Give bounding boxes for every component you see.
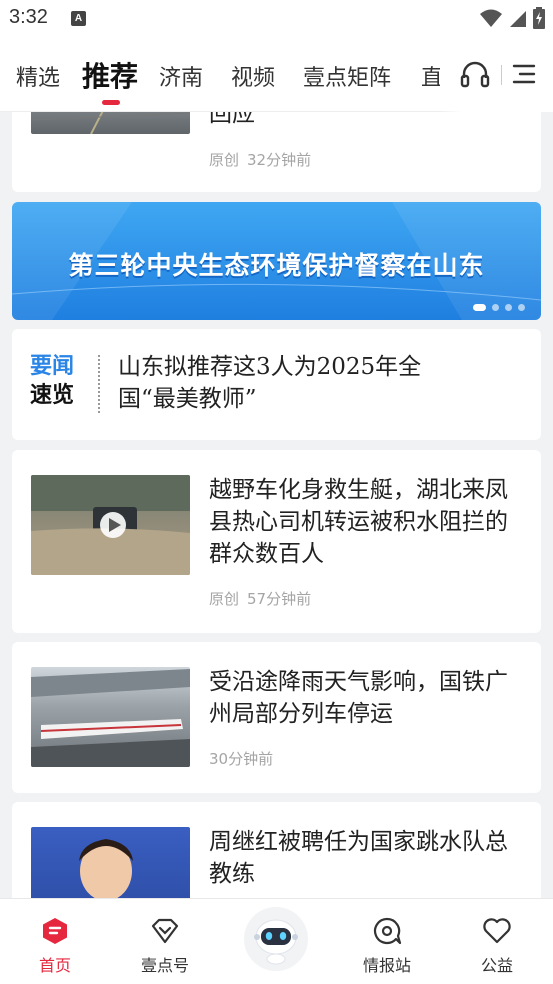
bottom-nav-label: 壹点号 bbox=[140, 956, 189, 975]
news-thumbnail bbox=[31, 667, 190, 767]
news-time: 30分钟前 bbox=[209, 750, 274, 768]
news-card[interactable]: 越野车化身救生艇，湖北来凤县热心司机转运被积水阻拦的群众数百人 原创 57分钟前 bbox=[12, 450, 541, 633]
bottom-nav-label: 公益 bbox=[480, 956, 513, 975]
robot-assistant-button[interactable] bbox=[244, 907, 308, 971]
tab-jinan[interactable]: 济南 bbox=[159, 60, 203, 92]
headphone-icon[interactable] bbox=[460, 60, 490, 88]
channel-menu-icon[interactable] bbox=[512, 62, 536, 86]
news-feed[interactable]: 回应 原创 32分钟前 第三轮中央生态环境保护督察在山东 要闻 速览 山东拟推荐这… bbox=[0, 112, 553, 898]
portrait-image bbox=[79, 839, 133, 898]
home-icon bbox=[43, 918, 67, 944]
brief-divider bbox=[98, 355, 100, 413]
status-icons bbox=[479, 6, 545, 30]
robot-icon bbox=[254, 919, 298, 965]
chat-eye-icon bbox=[373, 917, 402, 945]
train-station-image bbox=[31, 669, 190, 767]
status-bar: 3:32 A bbox=[0, 0, 553, 38]
wifi-icon bbox=[480, 9, 502, 27]
news-meta: 原创 32分钟前 bbox=[209, 149, 311, 170]
news-brief-card[interactable]: 要闻 速览 山东拟推荐这3人为2025年全国“最美教师” bbox=[12, 329, 541, 440]
carousel-dot bbox=[473, 304, 486, 311]
tab-live[interactable]: 直 bbox=[421, 60, 440, 92]
bottom-nav-gongyi[interactable]: 公益 bbox=[457, 917, 537, 976]
news-card[interactable]: 受沿途降雨天气影响，国铁广州局部分列车停运 30分钟前 bbox=[12, 642, 541, 793]
tab-yidian-matrix[interactable]: 壹点矩阵 bbox=[303, 60, 391, 92]
bottom-nav: 首页 壹点号 情报站 公益 bbox=[0, 898, 553, 984]
news-card[interactable]: 周继红被聘任为国家跳水队总教练 bbox=[12, 802, 541, 898]
video-thumbnail bbox=[31, 475, 190, 575]
status-time: 3:32 bbox=[9, 6, 48, 28]
nav-actions bbox=[440, 38, 553, 112]
brief-headline[interactable]: 山东拟推荐这3人为2025年全国“最美教师” bbox=[118, 351, 471, 415]
carousel-dot bbox=[505, 304, 512, 311]
news-source: 原创 bbox=[209, 590, 240, 608]
tab-tuijian[interactable]: 推荐 bbox=[82, 55, 138, 95]
bottom-nav-home[interactable]: 首页 bbox=[15, 917, 95, 976]
news-time: 57分钟前 bbox=[247, 590, 312, 608]
road-image bbox=[31, 112, 190, 134]
carousel-dot bbox=[492, 304, 499, 311]
bottom-nav-yidianhao[interactable]: 壹点号 bbox=[125, 917, 205, 976]
nav-divider bbox=[501, 65, 502, 85]
battery-icon bbox=[533, 7, 545, 29]
bottom-nav-qingbaozhan[interactable]: 情报站 bbox=[347, 917, 427, 976]
news-meta: 30分钟前 bbox=[209, 748, 273, 769]
notification-a-icon: A bbox=[71, 11, 86, 26]
carousel-dots bbox=[473, 304, 525, 311]
carousel-dot bbox=[518, 304, 525, 311]
flood-car-image bbox=[31, 475, 190, 575]
channel-nav: 精选 推荐 济南 视频 壹点矩阵 直 bbox=[0, 38, 553, 112]
news-time: 32分钟前 bbox=[247, 151, 312, 169]
heart-icon bbox=[483, 918, 511, 944]
news-title: 受沿途降雨天气影响，国铁广州局部分列车停运 bbox=[209, 669, 508, 727]
tab-jingxuan[interactable]: 精选 bbox=[16, 60, 60, 92]
news-card[interactable]: 回应 原创 32分钟前 bbox=[12, 112, 541, 192]
news-meta: 原创 57分钟前 bbox=[209, 588, 311, 609]
active-tab-indicator bbox=[102, 100, 120, 105]
brief-label: 要闻 速览 bbox=[30, 352, 80, 410]
news-source: 原创 bbox=[209, 151, 240, 169]
signal-icon bbox=[510, 11, 526, 27]
bottom-nav-label: 首页 bbox=[38, 956, 71, 975]
brief-label-line2: 速览 bbox=[30, 383, 75, 408]
banner-title: 第三轮中央生态环境保护督察在山东 bbox=[68, 251, 485, 280]
channel-tabs: 精选 推荐 济南 视频 壹点矩阵 直 bbox=[0, 38, 440, 112]
heart-shield-icon bbox=[151, 918, 179, 944]
bottom-nav-label: 情报站 bbox=[362, 956, 411, 975]
news-title: 回应 bbox=[209, 112, 255, 127]
brief-label-line1: 要闻 bbox=[30, 354, 75, 379]
news-thumbnail bbox=[31, 827, 190, 898]
tab-video[interactable]: 视频 bbox=[231, 60, 275, 92]
news-title: 周继红被聘任为国家跳水队总教练 bbox=[209, 829, 508, 887]
news-thumbnail bbox=[31, 112, 190, 134]
banner-carousel[interactable]: 第三轮中央生态环境保护督察在山东 bbox=[12, 202, 541, 320]
news-title: 越野车化身救生艇，湖北来凤县热心司机转运被积水阻拦的群众数百人 bbox=[209, 477, 508, 567]
